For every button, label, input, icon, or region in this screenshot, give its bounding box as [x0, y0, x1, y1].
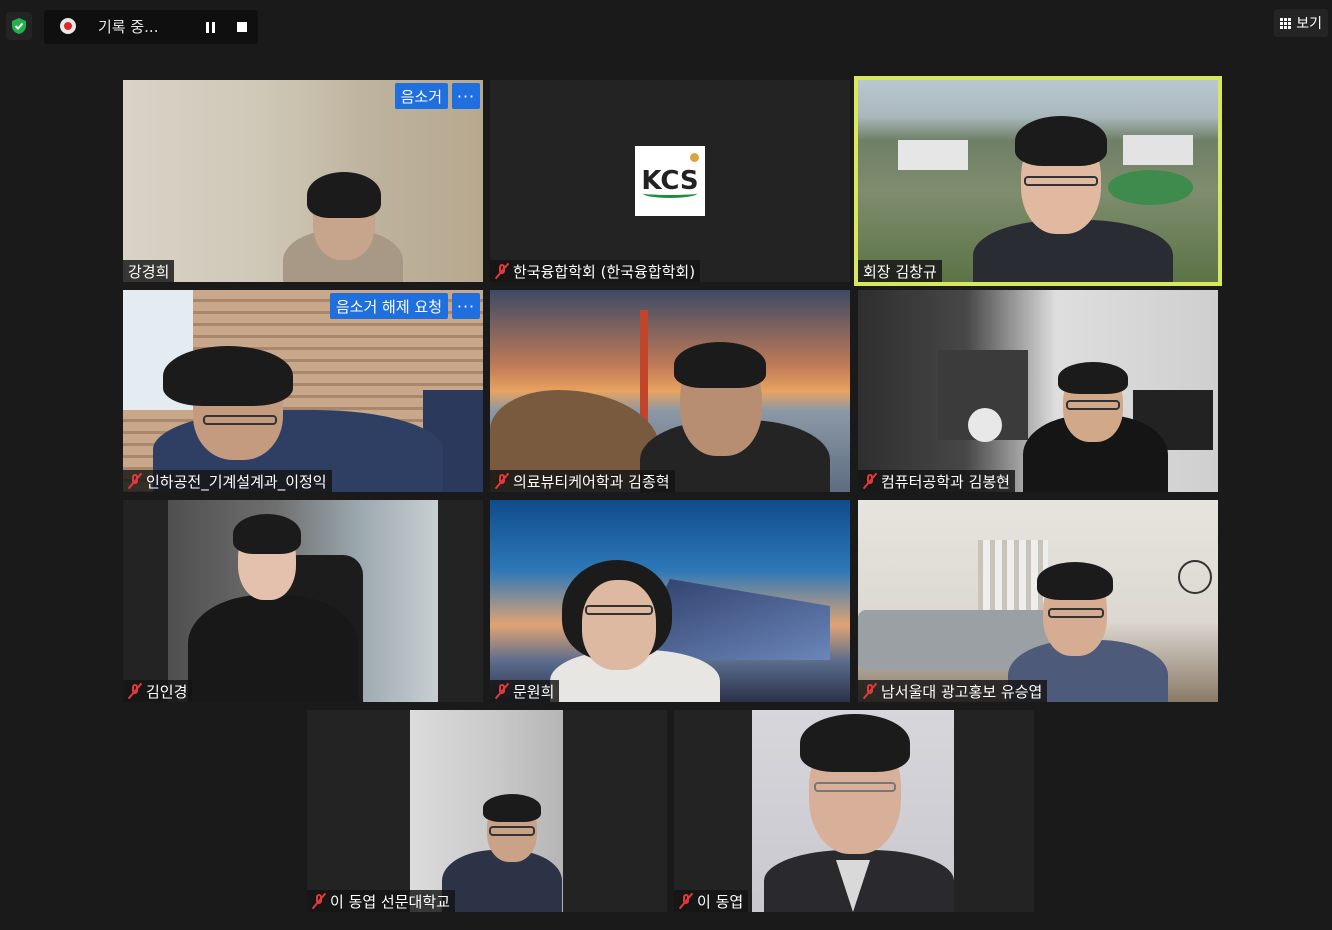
muted-mic-icon	[495, 473, 509, 489]
top-bar: 기록 중... 보기	[0, 0, 1332, 52]
video-tile-lee-dongyeop[interactable]: 이 동엽	[674, 710, 1034, 912]
grid-view-icon	[1280, 17, 1292, 29]
muted-mic-icon	[863, 683, 877, 699]
video-tile-kang[interactable]: 음소거 ··· 강경희	[123, 80, 483, 282]
muted-mic-icon	[679, 893, 693, 909]
kcs-logo: KCS	[635, 146, 705, 216]
muted-mic-icon	[128, 683, 142, 699]
stop-recording-button[interactable]	[228, 14, 256, 40]
muted-mic-icon	[128, 473, 142, 489]
participant-name-label: 한국융합학회 (한국융합학회)	[490, 260, 701, 282]
video-tile-moon-wonhee[interactable]: 문원희	[490, 500, 850, 702]
video-tile-kim-inkyung[interactable]: 김인경	[123, 500, 483, 702]
participant-name-label: 강경희	[123, 260, 175, 282]
video-tile-lee-jeongik[interactable]: 음소거 해제 요청 ··· 인하공전_기계설계과_이정익	[123, 290, 483, 492]
video-tile-lee-dongyeop-sunmoon[interactable]: 이 동엽 선문대학교	[307, 710, 667, 912]
participant-name-label: 의료뷰티케어학과 김종혁	[490, 470, 675, 492]
video-tile-yoo-seungyeop[interactable]: 남서울대 광고홍보 유승엽	[858, 500, 1218, 702]
view-button-label: 보기	[1296, 16, 1322, 32]
security-shield-icon[interactable]	[6, 12, 32, 40]
recording-bar: 기록 중...	[44, 10, 258, 44]
participant-name-label: 인하공전_기계설계과_이정익	[123, 470, 332, 492]
participant-name-label: 남서울대 광고홍보 유승엽	[858, 680, 1048, 702]
more-options-button[interactable]: ···	[452, 83, 480, 109]
unmute-request-chip[interactable]: 음소거 해제 요청	[329, 293, 448, 319]
pause-recording-button[interactable]	[196, 14, 224, 40]
participant-name-label: 컴퓨터공학과 김봉현	[858, 470, 1015, 492]
muted-mic-icon	[495, 683, 509, 699]
participant-name-label: 회장 김창규	[858, 260, 942, 282]
video-tile-kim-bonghyun[interactable]: 컴퓨터공학과 김봉현	[858, 290, 1218, 492]
video-tile-kim-changgyu[interactable]: 회장 김창규	[858, 80, 1218, 282]
recording-status: 기록 중...	[98, 18, 159, 36]
mute-chip[interactable]: 음소거	[394, 83, 448, 109]
video-tile-kcs[interactable]: KCS 한국융합학회 (한국융합학회)	[490, 80, 850, 282]
participant-name-label: 이 동엽	[674, 890, 749, 912]
video-tile-kim-jonghyuk[interactable]: 의료뷰티케어학과 김종혁	[490, 290, 850, 492]
more-options-button[interactable]: ···	[452, 293, 480, 319]
participant-name-label: 문원희	[490, 680, 560, 702]
muted-mic-icon	[863, 473, 877, 489]
participant-name-label: 김인경	[123, 680, 193, 702]
muted-mic-icon	[312, 893, 326, 909]
muted-mic-icon	[495, 263, 509, 279]
participant-name-label: 이 동엽 선문대학교	[307, 890, 455, 912]
recording-icon	[60, 18, 76, 34]
view-button[interactable]: 보기	[1274, 9, 1328, 37]
